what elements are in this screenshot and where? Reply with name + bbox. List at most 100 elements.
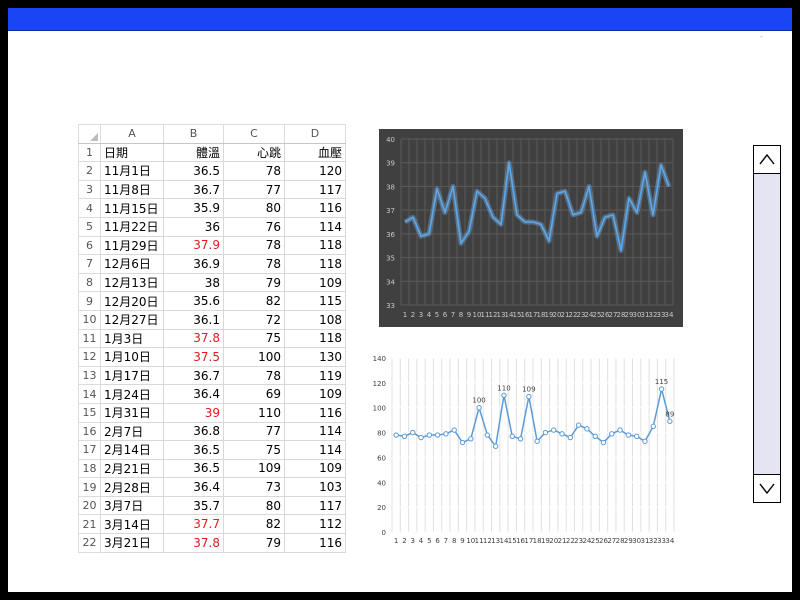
cell-date[interactable]: 3月21日 (100, 533, 164, 553)
cell-date[interactable]: 3月7日 (100, 495, 164, 516)
row-number[interactable]: 21 (78, 514, 101, 535)
cell-blood-pressure[interactable]: 116 (284, 533, 346, 553)
row-number[interactable]: 3 (78, 179, 101, 200)
cell-date[interactable]: 2月28日 (100, 477, 164, 497)
cell-temperature[interactable]: 37.9 (163, 235, 224, 256)
row-number[interactable]: 10 (78, 309, 101, 330)
cell-heart-rate[interactable]: 78 (223, 254, 285, 274)
cell-temperature[interactable]: 39 (163, 402, 224, 423)
scroll-up-button[interactable] (754, 146, 780, 174)
cell-date[interactable]: 11月22日 (100, 216, 164, 237)
cell-heart-rate[interactable]: 82 (223, 514, 285, 535)
cell-date[interactable]: 1月24日 (100, 384, 164, 404)
column-header-c[interactable]: C (223, 124, 285, 144)
cell-blood-pressure[interactable]: 109 (284, 384, 346, 404)
row-number[interactable]: 19 (78, 477, 101, 497)
cell-date[interactable]: 12月20日 (100, 291, 164, 311)
cell-temperature[interactable]: 35.6 (163, 291, 224, 311)
row-number[interactable]: 22 (78, 533, 101, 553)
row-number[interactable]: 2 (78, 161, 101, 181)
column-header-a[interactable]: A (100, 124, 164, 144)
cell-blood-pressure[interactable]: 114 (284, 440, 346, 460)
heart-rate-line-chart[interactable]: 0204060801001201401 2 3 4 5 6 7 8 9 10 11 12 13 14 15 1… (366, 352, 682, 548)
row-number[interactable]: 14 (78, 384, 101, 404)
cell-heart-rate[interactable]: 73 (223, 477, 285, 497)
cell-temperature[interactable]: 36.8 (163, 421, 224, 442)
column-header-b[interactable]: B (163, 124, 224, 144)
cell-date[interactable]: 11月8日 (100, 179, 164, 200)
cell-temperature[interactable]: 36.4 (163, 477, 224, 497)
cell-temperature[interactable]: 36.4 (163, 384, 224, 404)
cell-temperature[interactable]: 37.5 (163, 347, 224, 367)
cell-temperature[interactable]: 36.5 (163, 440, 224, 460)
temperature-line-chart[interactable]: 33343536373839401 2 3 4 5 6 7 8 9 10 11 12 13 14 15 16 1… (379, 129, 683, 327)
cell-heart-rate[interactable]: 77 (223, 179, 285, 200)
cell-blood-pressure[interactable]: 109 (284, 272, 346, 293)
cell-temperature[interactable]: 36.1 (163, 309, 224, 330)
cell-heart-rate[interactable]: 79 (223, 533, 285, 553)
cell-date[interactable]: 2月7日 (100, 421, 164, 442)
row-number[interactable]: 20 (78, 495, 101, 516)
cell-date[interactable]: 1月10日 (100, 347, 164, 367)
row-number[interactable]: 7 (78, 254, 101, 274)
cell-date[interactable]: 1月17日 (100, 365, 164, 386)
cell-temperature[interactable]: 35.9 (163, 198, 224, 218)
cell-blood-pressure[interactable]: 108 (284, 309, 346, 330)
row-number[interactable]: 15 (78, 402, 101, 423)
row-number[interactable]: 8 (78, 272, 101, 293)
cell-heart-rate[interactable]: 心跳 (223, 142, 285, 163)
cell-date[interactable]: 11月29日 (100, 235, 164, 256)
cell-heart-rate[interactable]: 78 (223, 235, 285, 256)
vertical-scrollbar[interactable] (753, 145, 781, 503)
cell-blood-pressure[interactable]: 130 (284, 347, 346, 367)
cell-date[interactable]: 2月21日 (100, 458, 164, 479)
row-number[interactable]: 18 (78, 458, 101, 479)
cell-temperature[interactable]: 37.8 (163, 328, 224, 349)
cell-date[interactable]: 2月14日 (100, 440, 164, 460)
cell-heart-rate[interactable]: 75 (223, 328, 285, 349)
cell-heart-rate[interactable]: 72 (223, 309, 285, 330)
cell-temperature[interactable]: 37.7 (163, 514, 224, 535)
row-number[interactable]: 5 (78, 216, 101, 237)
cell-date[interactable]: 1月3日 (100, 328, 164, 349)
cell-heart-rate[interactable]: 80 (223, 495, 285, 516)
cell-date[interactable]: 12月13日 (100, 272, 164, 293)
row-number[interactable]: 17 (78, 440, 101, 460)
row-number[interactable]: 1 (78, 142, 101, 163)
cell-date[interactable]: 11月15日 (100, 198, 164, 218)
row-number[interactable]: 16 (78, 421, 101, 442)
cell-heart-rate[interactable]: 110 (223, 402, 285, 423)
cell-temperature[interactable]: 36.5 (163, 161, 224, 181)
cell-temperature[interactable]: 36.7 (163, 179, 224, 200)
cell-temperature[interactable]: 37.8 (163, 533, 224, 553)
cell-heart-rate[interactable]: 76 (223, 216, 285, 237)
cell-blood-pressure[interactable]: 117 (284, 179, 346, 200)
select-all-corner[interactable] (78, 124, 101, 144)
cell-heart-rate[interactable]: 109 (223, 458, 285, 479)
cell-heart-rate[interactable]: 100 (223, 347, 285, 367)
cell-heart-rate[interactable]: 80 (223, 198, 285, 218)
cell-temperature[interactable]: 38 (163, 272, 224, 293)
scroll-down-button[interactable] (754, 474, 780, 502)
cell-blood-pressure[interactable]: 118 (284, 328, 346, 349)
cell-heart-rate[interactable]: 75 (223, 440, 285, 460)
cell-blood-pressure[interactable]: 112 (284, 514, 346, 535)
cell-heart-rate[interactable]: 78 (223, 161, 285, 181)
cell-blood-pressure[interactable]: 118 (284, 254, 346, 274)
cell-heart-rate[interactable]: 77 (223, 421, 285, 442)
cell-heart-rate[interactable]: 78 (223, 365, 285, 386)
cell-temperature[interactable]: 35.7 (163, 495, 224, 516)
cell-blood-pressure[interactable]: 血壓 (284, 142, 346, 163)
cell-blood-pressure[interactable]: 116 (284, 402, 346, 423)
row-number[interactable]: 11 (78, 328, 101, 349)
cell-blood-pressure[interactable]: 118 (284, 235, 346, 256)
cell-date[interactable]: 12月6日 (100, 254, 164, 274)
cell-date[interactable]: 1月31日 (100, 402, 164, 423)
cell-date[interactable]: 3月14日 (100, 514, 164, 535)
cell-blood-pressure[interactable]: 103 (284, 477, 346, 497)
cell-date[interactable]: 12月27日 (100, 309, 164, 330)
cell-blood-pressure[interactable]: 115 (284, 291, 346, 311)
cell-blood-pressure[interactable]: 120 (284, 161, 346, 181)
row-number[interactable]: 4 (78, 198, 101, 218)
cell-blood-pressure[interactable]: 119 (284, 365, 346, 386)
